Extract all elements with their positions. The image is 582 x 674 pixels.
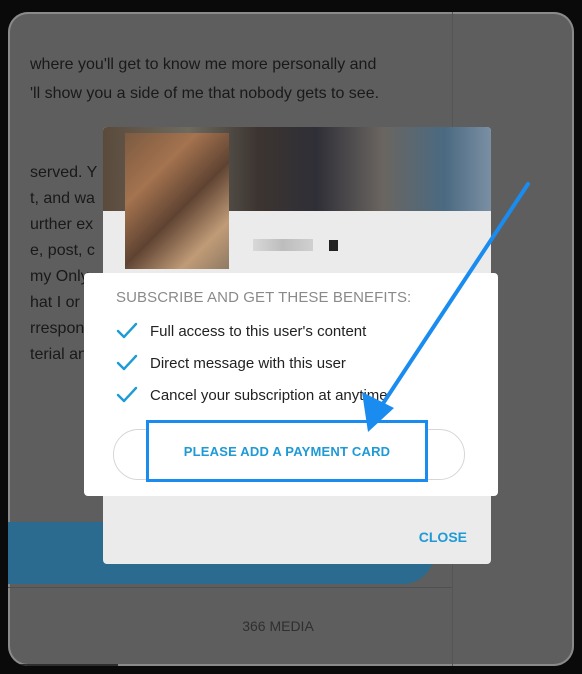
- close-button[interactable]: CLOSE: [419, 529, 467, 545]
- bio-line-2: 'll show you a side of me that nobody ge…: [30, 85, 380, 102]
- benefit-item: Direct message with this user: [116, 351, 346, 375]
- check-icon: [116, 354, 138, 371]
- benefit-item: Full access to this user's content: [116, 319, 366, 343]
- bio-fragment: urther ex: [30, 216, 94, 233]
- tab-media[interactable]: 366 MEDIA: [8, 618, 548, 634]
- check-icon: [116, 386, 138, 403]
- benefit-label: Direct message with this user: [150, 354, 346, 372]
- benefit-label: Full access to this user's content: [150, 322, 367, 340]
- bio-fragment: t, and wa: [30, 190, 95, 207]
- benefits-title: SUBSCRIBE AND GET THESE BENEFITS:: [116, 289, 412, 306]
- benefits-panel: SUBSCRIBE AND GET THESE BENEFITS: Full a…: [84, 273, 498, 496]
- active-tab-indicator: [8, 664, 118, 666]
- verified-dot: [329, 240, 338, 251]
- benefit-label: Cancel your subscription at anytime: [150, 386, 388, 404]
- username-redacted: [253, 239, 313, 251]
- avatar: [125, 133, 229, 269]
- add-payment-card-button[interactable]: PLEASE ADD A PAYMENT CARD: [146, 420, 428, 482]
- divider: [8, 587, 452, 588]
- bio-fragment: served. Y: [30, 164, 98, 181]
- check-icon: [116, 322, 138, 339]
- bio-line-1: where you'll get to know me more persona…: [30, 56, 377, 73]
- bio-fragment: e, post, c: [30, 242, 95, 259]
- benefit-item: Cancel your subscription at anytime: [116, 383, 388, 407]
